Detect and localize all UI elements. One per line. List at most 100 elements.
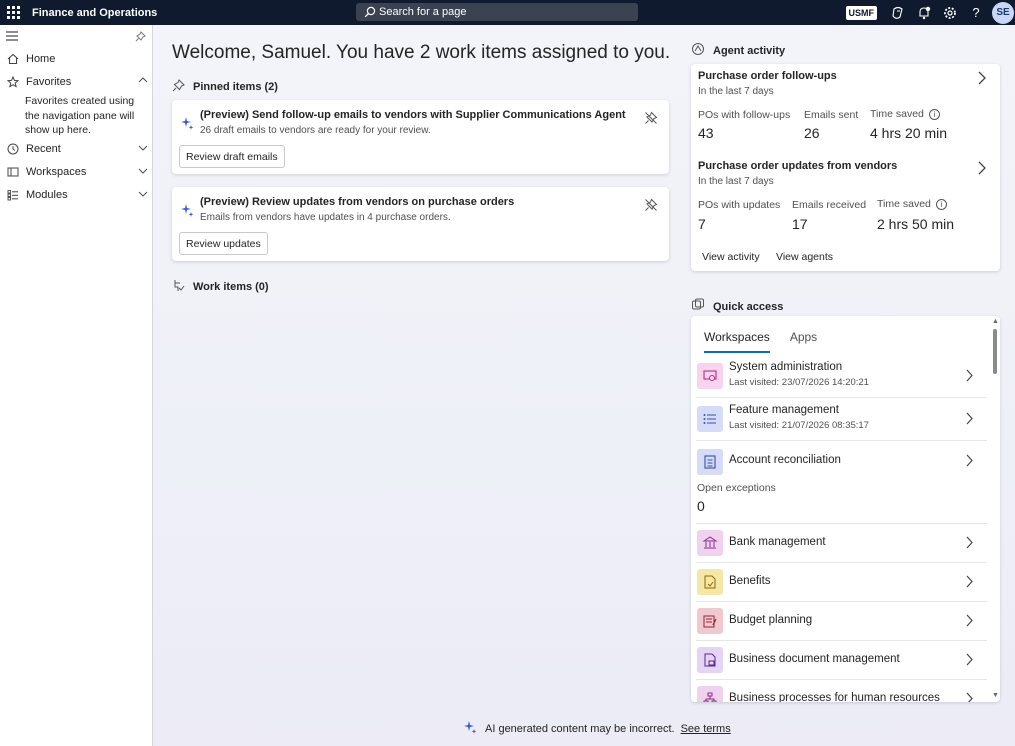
pinned-card: (Preview) Review updates from vendors on… — [172, 187, 669, 261]
list-item-name: System administration — [729, 361, 843, 373]
chevron-up-icon[interactable] — [138, 75, 148, 85]
list-item-name: Account reconciliation — [729, 454, 841, 466]
agent-section-title[interactable]: Purchase order follow-ups — [698, 70, 837, 82]
document-icon — [697, 647, 723, 673]
pinned-card-subtitle: Emails from vendors have updates in 4 pu… — [200, 212, 451, 223]
sidebar-item-modules[interactable]: Modules — [0, 184, 152, 207]
list-item[interactable]: Business processes for human resources — [696, 680, 987, 702]
agent-section-title[interactable]: Purchase order updates from vendors — [698, 160, 897, 172]
tab-workspaces[interactable]: Workspaces — [704, 330, 770, 353]
unpin-icon[interactable] — [644, 111, 658, 128]
view-activity-link[interactable]: View activity — [702, 251, 760, 263]
list-item[interactable]: Bank management — [696, 524, 987, 563]
search-placeholder: Search for a page — [379, 6, 467, 18]
favorites-empty-note: Favorites created using the navigation p… — [25, 95, 135, 136]
agent-section-subtitle: In the last 7 days — [698, 86, 774, 97]
list-item-last-visited: Last visited: 21/07/2026 08:35:17 — [729, 420, 869, 431]
feature-management-icon — [697, 406, 723, 432]
notifications-icon[interactable] — [911, 0, 937, 25]
review-draft-emails-button[interactable]: Review draft emails — [179, 145, 285, 168]
sparkle-icon — [180, 116, 194, 133]
agent-activity-label: Agent activity — [713, 44, 786, 57]
sidebar-item-label: Home — [26, 52, 56, 65]
view-agents-link[interactable]: View agents — [776, 251, 833, 263]
top-bar: Finance and Operations Search for a page… — [0, 0, 1015, 25]
list-item[interactable]: Feature management Last visited: 21/07/2… — [696, 398, 987, 441]
agent-activity-card: Purchase order follow-ups In the last 7 … — [691, 64, 1000, 271]
agent-icon — [691, 42, 705, 59]
list-item-name: Bank management — [729, 536, 826, 548]
ai-disclaimer: AI generated content may be incorrect. S… — [463, 720, 731, 737]
star-icon — [6, 75, 20, 88]
chevron-right-icon — [966, 614, 973, 627]
sidebar-item-label: Recent — [26, 143, 61, 155]
sparkle-icon — [180, 203, 194, 220]
list-item[interactable]: Benefits — [696, 563, 987, 602]
chevron-right-icon[interactable] — [977, 161, 987, 175]
list-item[interactable]: System administration Last visited: 23/0… — [696, 355, 987, 398]
bank-icon — [697, 530, 723, 556]
navigation-pane: Home Favorites Favorites created using t… — [0, 25, 153, 746]
chevron-right-icon[interactable] — [977, 71, 987, 85]
workspaces-icon — [6, 166, 20, 178]
dashboard: Welcome, Samuel. You have 2 work items a… — [153, 25, 1015, 746]
chevron-down-icon[interactable] — [138, 189, 148, 199]
chevron-right-icon — [966, 536, 973, 549]
review-updates-button[interactable]: Review updates — [179, 232, 268, 255]
settings-icon[interactable] — [937, 0, 963, 25]
waffle-icon[interactable] — [0, 0, 24, 25]
pinned-card-subtitle: 26 draft emails to vendors are ready for… — [200, 125, 431, 136]
work-items-header: Work items (0) — [172, 279, 269, 295]
scroll-down-icon[interactable]: ▼ — [992, 692, 999, 699]
chevron-right-icon — [966, 369, 973, 382]
quick-access-header: Quick access — [691, 298, 783, 315]
copilot-icon[interactable] — [885, 0, 911, 25]
chevron-down-icon[interactable] — [138, 166, 148, 176]
pinned-card-title[interactable]: (Preview) Review updates from vendors on… — [200, 196, 514, 208]
metric-value: 26 — [804, 125, 820, 141]
scrollbar[interactable]: ▲ ▼ — [992, 318, 999, 699]
company-selector[interactable]: USMF — [845, 5, 877, 20]
pinned-card-title[interactable]: (Preview) Send follow-up emails to vendo… — [200, 109, 626, 121]
info-icon[interactable]: i — [935, 198, 947, 210]
chevron-right-icon — [966, 575, 973, 588]
work-items-icon — [172, 279, 185, 295]
list-item[interactable]: Business document management — [696, 641, 987, 680]
help-icon[interactable]: ? — [963, 0, 989, 25]
metric-label: Time saved i — [870, 108, 940, 120]
list-item[interactable]: Budget planning — [696, 602, 987, 641]
account-reconciliation-icon — [697, 449, 723, 475]
sidebar-item-recent[interactable]: Recent — [0, 138, 152, 161]
metric-label: POs with updates — [698, 199, 781, 211]
list-item-name: Feature management — [729, 404, 839, 416]
list-item-name: Benefits — [729, 575, 771, 587]
sidebar-item-favorites[interactable]: Favorites — [0, 70, 152, 93]
sidebar-item-workspaces[interactable]: Workspaces — [0, 161, 152, 184]
scroll-up-icon[interactable]: ▲ — [992, 318, 999, 325]
see-terms-link[interactable]: See terms — [681, 723, 731, 735]
open-exceptions-value: 0 — [697, 498, 705, 514]
list-item[interactable]: Account reconciliation Open exceptions 0 — [696, 441, 987, 524]
list-item-last-visited: Last visited: 23/07/2026 14:20:21 — [729, 377, 869, 388]
pinned-card: (Preview) Send follow-up emails to vendo… — [172, 100, 669, 174]
clock-icon — [6, 143, 20, 155]
sidebar-item-label: Modules — [26, 189, 68, 201]
app-title[interactable]: Finance and Operations — [32, 7, 157, 19]
info-icon[interactable]: i — [928, 108, 940, 120]
modules-icon — [6, 189, 20, 201]
home-icon — [6, 53, 20, 65]
avatar[interactable]: SE — [992, 1, 1014, 24]
metric-label: POs with follow-ups — [698, 109, 791, 121]
hamburger-icon[interactable] — [6, 31, 18, 41]
metric-value: 2 hrs 50 min — [877, 216, 955, 232]
sidebar-item-home[interactable]: Home — [0, 47, 152, 70]
tab-apps[interactable]: Apps — [790, 330, 817, 353]
unpin-icon[interactable] — [644, 198, 658, 215]
scrollbar-thumb[interactable] — [993, 329, 997, 374]
chevron-down-icon[interactable] — [138, 143, 148, 153]
quick-access-icon — [691, 298, 705, 315]
page-title: Welcome, Samuel. You have 2 work items a… — [172, 42, 671, 63]
process-icon — [697, 686, 723, 702]
search-input[interactable]: Search for a page — [356, 3, 638, 21]
pin-icon[interactable] — [135, 30, 146, 42]
